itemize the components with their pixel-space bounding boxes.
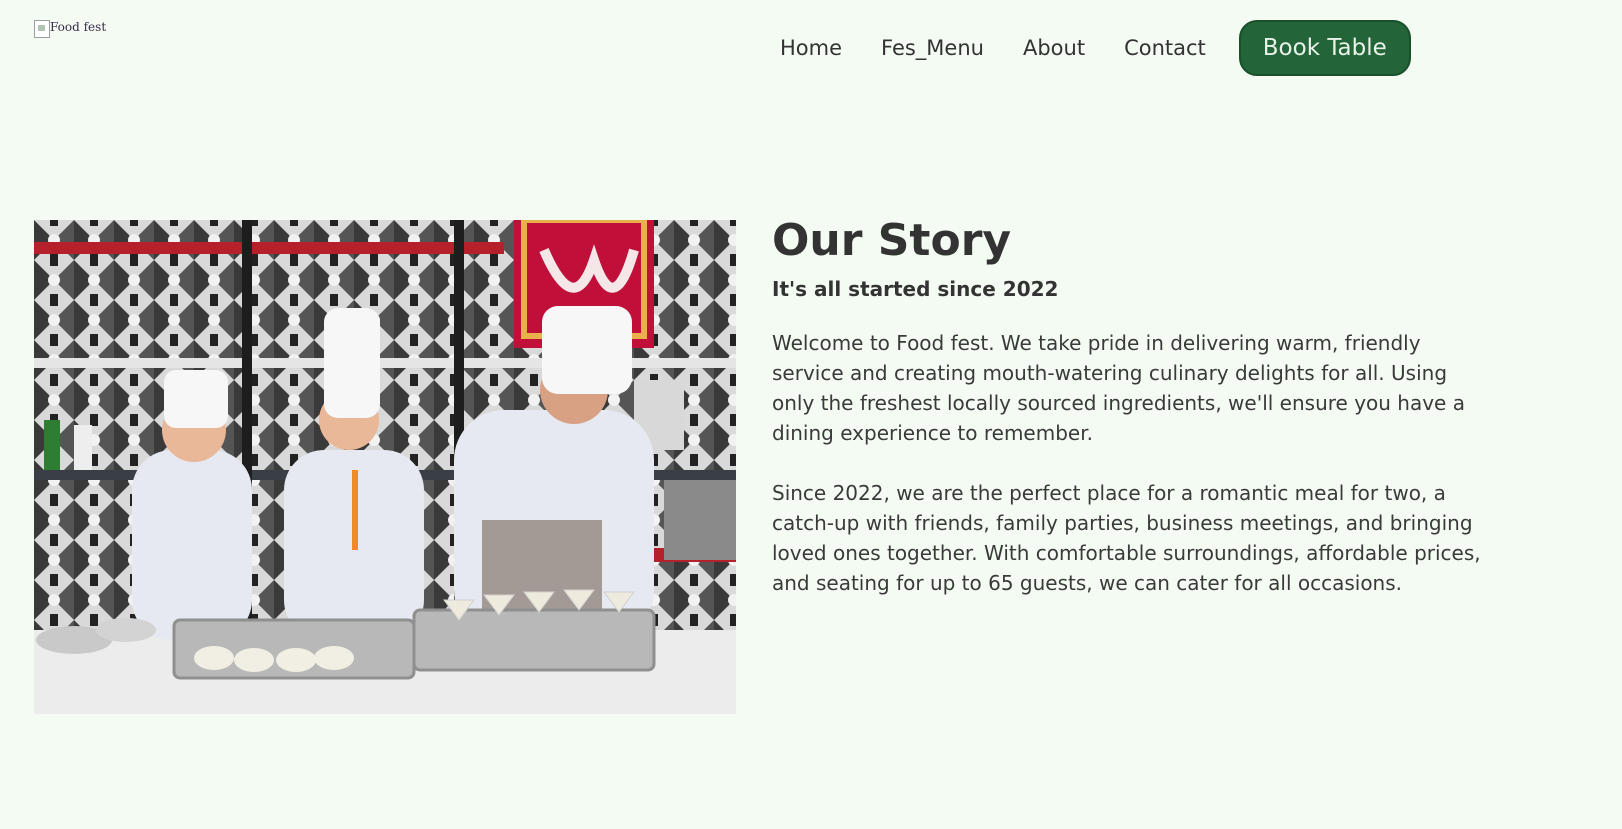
chefs-photo <box>34 220 736 714</box>
story-subtitle: It's all started since 2022 <box>772 277 1059 301</box>
nav-fes-menu[interactable]: Fes_Menu <box>881 36 984 60</box>
book-table-button[interactable]: Book Table <box>1238 20 1411 76</box>
story-paragraph-2: Since 2022, we are the perfect place for… <box>772 481 1481 595</box>
story-title: Our Story <box>772 215 1012 266</box>
nav-home[interactable]: Home <box>780 36 842 60</box>
chefs-photo-illustration <box>34 220 736 714</box>
logo[interactable]: Food fest <box>34 20 106 38</box>
story-section: Our Story It's all started since 2022 We… <box>772 212 1482 598</box>
page: Food fest Home Fes_Menu About Contact Bo… <box>0 0 1622 829</box>
story-paragraph-1: Welcome to Food fest. We take pride in d… <box>772 331 1465 445</box>
nav-about[interactable]: About <box>1023 36 1085 60</box>
nav-contact[interactable]: Contact <box>1124 36 1206 60</box>
logo-alt-text: Food fest <box>50 20 107 34</box>
main-nav: Home Fes_Menu About Contact Book Table <box>780 20 1411 76</box>
broken-image-icon <box>34 20 50 38</box>
